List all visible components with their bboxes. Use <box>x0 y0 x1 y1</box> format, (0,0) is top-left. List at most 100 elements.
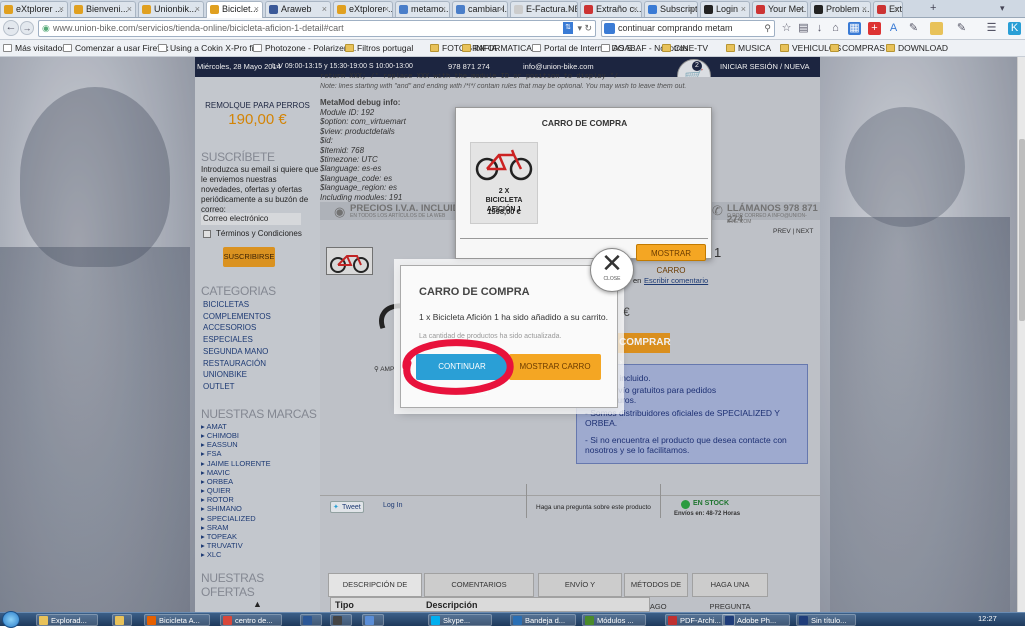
search-input[interactable]: continuar comprando metam ⚲ <box>601 20 775 37</box>
back-button-icon[interactable]: ← <box>3 20 19 36</box>
bookmark-item[interactable]: Filtros portugal <box>345 42 413 54</box>
tab-favicon-icon <box>584 5 593 14</box>
browser-tab[interactable]: Bienveni... × <box>70 1 136 17</box>
taskbar-item[interactable]: Módulos ... <box>582 614 646 626</box>
tab-close-icon[interactable]: × <box>322 2 327 17</box>
scrollbar-thumb[interactable] <box>1019 139 1025 321</box>
show-cart-dropdown-button[interactable]: MOSTRAR CARRO <box>636 244 706 275</box>
bookmark-item[interactable]: COMPRAS <box>830 42 885 54</box>
pencil-icon[interactable]: ✎ <box>955 22 968 35</box>
addon-plus-icon[interactable]: + <box>868 22 881 35</box>
tab-list-icon[interactable]: ▾ <box>1000 3 1005 14</box>
bookmarks-menu-icon[interactable]: ▤ <box>797 22 810 35</box>
taskbar-item[interactable]: Skype... <box>428 614 492 626</box>
folder-icon <box>886 44 895 52</box>
bookmark-item[interactable]: CINE-TV <box>662 42 708 54</box>
taskbar-item[interactable] <box>362 614 384 626</box>
bookmark-label: Using a Cokin X-Pro fil... <box>170 43 263 53</box>
start-button-icon[interactable] <box>2 611 20 628</box>
browser-tab[interactable]: Problem ... × <box>810 1 871 17</box>
folder-icon <box>430 44 439 52</box>
rss-icon[interactable]: ⇅ <box>563 22 573 34</box>
tab-close-icon[interactable]: × <box>441 2 446 17</box>
taskbar-item[interactable] <box>112 614 132 626</box>
browser-tab[interactable]: eXtplorer ... × <box>0 1 68 17</box>
browser-tab[interactable]: Biciclet... × <box>206 1 263 18</box>
tab-close-icon[interactable]: × <box>689 2 694 17</box>
taskbar-label: Adobe Ph... <box>737 616 777 625</box>
app-icon <box>668 616 677 625</box>
bookmarks-bar: Más visitados Comenzar a usar Firefox Usin… <box>0 40 1025 57</box>
bookmark-star-icon[interactable]: ☆ <box>780 22 793 35</box>
modal-close-button[interactable]: ✕ CLOSE <box>590 248 634 292</box>
show-cart-modal-button[interactable]: MOSTRAR CARRO <box>509 354 601 380</box>
cart-item-card[interactable]: 2 X BICICLETA AFICIÓN 1 1998,00 € <box>470 142 538 224</box>
browser-tab[interactable]: Extr...× <box>873 1 903 17</box>
bookmark-item[interactable]: Más visitados <box>3 42 67 54</box>
dropdown-arrow-icon[interactable]: ▾ <box>577 21 582 36</box>
tab-close-icon[interactable]: × <box>862 2 867 17</box>
browser-tab[interactable]: cambiar l... × <box>452 1 508 17</box>
reload-icon[interactable]: ↻ <box>584 21 592 36</box>
tab-close-icon[interactable]: × <box>741 2 746 17</box>
forward-button-icon[interactable]: → <box>20 21 34 35</box>
extension-icon[interactable]: K <box>1008 22 1021 35</box>
addon-a-icon[interactable]: A <box>887 22 900 35</box>
bookmark-item[interactable]: DOWNLOAD <box>886 42 948 54</box>
menu-icon[interactable]: ☰ <box>985 22 998 35</box>
search-engine-icon[interactable] <box>604 23 615 34</box>
folder-icon[interactable] <box>930 22 943 35</box>
tab-close-icon[interactable]: × <box>633 2 638 17</box>
tab-close-icon[interactable]: × <box>384 2 389 17</box>
taskbar-label: Bandeja d... <box>525 616 566 625</box>
taskbar-item[interactable]: Adobe Ph... <box>722 614 790 626</box>
cart-dropdown-title: CARRO DE COMPRA <box>541 118 628 128</box>
tab-favicon-icon <box>142 5 151 14</box>
search-icon[interactable]: ⚲ <box>764 21 771 36</box>
app-icon <box>39 616 48 625</box>
tab-label: Araweb <box>281 4 312 14</box>
download-icon[interactable]: ↓ <box>813 22 826 35</box>
browser-tab[interactable]: eXtplorer ... × <box>333 1 393 17</box>
browser-tab[interactable]: E-Factura.NET× <box>510 1 578 17</box>
browser-tab[interactable]: metamo... × <box>395 1 450 17</box>
bookmark-item[interactable]: Using a Cokin X-Pro fil... <box>158 42 263 54</box>
tab-close-icon[interactable]: × <box>894 2 899 17</box>
bookmark-item[interactable]: Comenzar a usar Firefox <box>63 42 169 54</box>
browser-tab[interactable]: Subscript...× <box>644 1 698 17</box>
bookmark-item[interactable]: Photozone - Polarizer ... <box>253 42 356 54</box>
browser-tab[interactable]: Login × <box>700 1 750 17</box>
bookmark-item[interactable]: INFORMATICA <box>462 42 532 54</box>
taskbar-label: Explorad... <box>51 616 87 625</box>
taskbar-item[interactable]: centro de... <box>220 614 282 626</box>
folder-icon <box>462 44 471 52</box>
tab-close-icon[interactable]: × <box>254 2 259 17</box>
navigation-bar: ← → ◉ www.union-bike.com/servicios/tiend… <box>0 18 1025 40</box>
browser-tab[interactable]: Extraño c... × <box>580 1 642 17</box>
home-icon[interactable]: ⌂ <box>829 22 842 35</box>
browser-tab[interactable]: Your Met... × <box>752 1 808 17</box>
page-scrollbar[interactable] <box>1017 57 1025 612</box>
addon-edit-icon[interactable]: ✎ <box>907 22 920 35</box>
taskbar-item[interactable]: Bandeja d... <box>510 614 576 626</box>
taskbar-item[interactable] <box>300 614 322 626</box>
browser-tab[interactable]: Unionbik... × <box>138 1 204 17</box>
taskbar-item[interactable]: Explorad... <box>36 614 98 626</box>
tab-close-icon[interactable]: × <box>799 2 804 17</box>
browser-tab[interactable]: Araweb × <box>265 1 331 17</box>
bookmark-item[interactable]: MUSICA <box>726 42 771 54</box>
address-bar[interactable]: ◉ www.union-bike.com/servicios/tienda-on… <box>38 20 596 37</box>
new-tab-icon[interactable]: + <box>930 2 936 14</box>
taskbar-item[interactable]: Bicicleta A... <box>144 614 210 626</box>
tab-close-icon[interactable]: × <box>569 2 574 17</box>
taskbar-item[interactable] <box>330 614 352 626</box>
bookmark-label: Comenzar a usar Firefox <box>75 43 169 53</box>
tab-close-icon[interactable]: × <box>127 2 132 17</box>
tab-close-icon[interactable]: × <box>499 2 504 17</box>
system-clock[interactable]: 12:27 <box>978 614 997 623</box>
tab-close-icon[interactable]: × <box>195 2 200 17</box>
tab-close-icon[interactable]: × <box>59 2 64 17</box>
addon-icon[interactable]: ▦ <box>848 22 861 35</box>
taskbar-item[interactable]: Sin título... <box>796 614 856 626</box>
tab-favicon-icon <box>704 5 713 14</box>
